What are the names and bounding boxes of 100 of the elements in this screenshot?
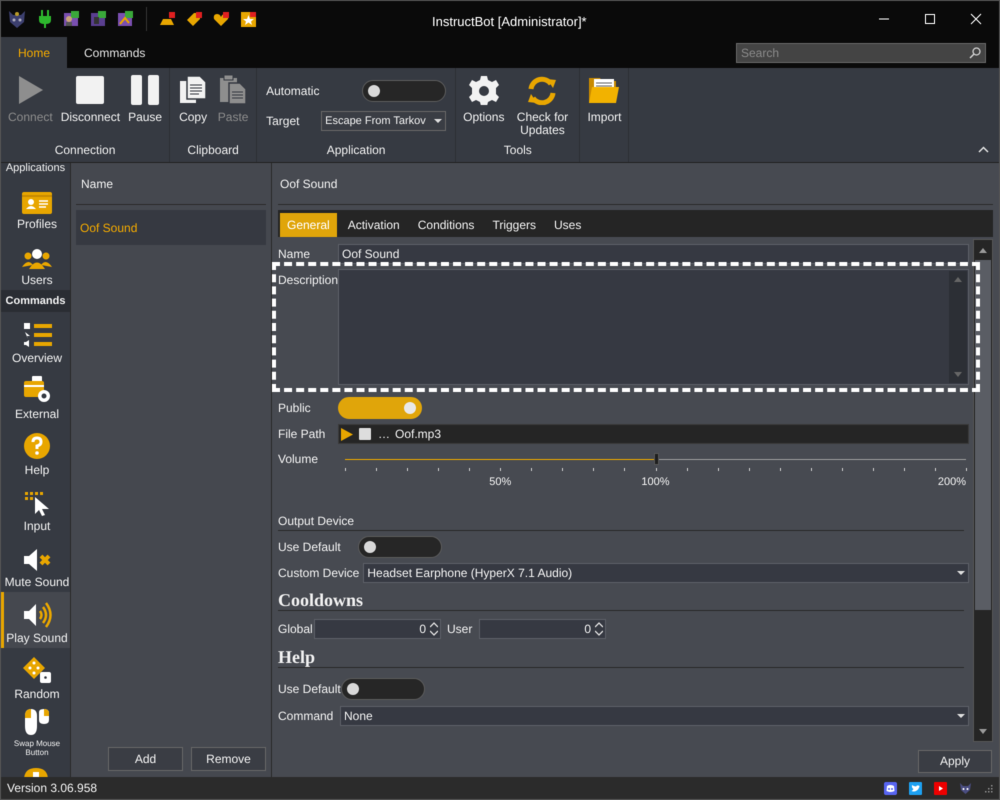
field-label: Custom Device (278, 565, 360, 582)
profile-badge-icon (117, 10, 134, 28)
field-label: Global (278, 621, 314, 638)
ribbon-tab[interactable]: Commands (67, 37, 162, 68)
gear-window-icon (22, 376, 52, 404)
ribbon-button[interactable]: Check for Updates (510, 75, 574, 137)
search-icon[interactable] (969, 47, 981, 59)
field-label: Name (278, 246, 312, 262)
plug-icon (37, 10, 53, 28)
sidebar-item[interactable]: Mute Sound (1, 536, 70, 592)
tick-label: 100% (641, 475, 670, 490)
refresh-icon (526, 75, 558, 105)
ribbon-button[interactable]: Copy (175, 75, 212, 124)
caret-icon (957, 571, 965, 575)
toggle-switch[interactable] (338, 397, 422, 419)
sidebar-item[interactable]: Input (1, 480, 70, 536)
detail-tab[interactable]: Activation (340, 213, 407, 237)
sidebar-item[interactable]: Random (1, 648, 70, 704)
scrollbar[interactable] (973, 239, 993, 742)
resize-grip-icon[interactable] (984, 784, 993, 792)
spinner-arrows-icon (430, 622, 438, 636)
mask-logo-icon (7, 9, 27, 29)
group-label: Connection (54, 142, 116, 159)
group-label: Application (326, 142, 386, 159)
list-button[interactable]: Add (108, 747, 183, 771)
number-field[interactable]: 0 (479, 619, 606, 639)
discord-icon[interactable] (884, 782, 897, 794)
tag-icon (186, 10, 203, 28)
collapse-icon[interactable] (978, 146, 989, 153)
toggle-switch[interactable] (341, 678, 425, 700)
ribbon-button[interactable]: Import (585, 75, 624, 124)
dice-icon (22, 656, 52, 684)
keyboard-cursor-icon (23, 490, 51, 516)
section-heading: Help (278, 644, 964, 668)
folder-icon (588, 75, 620, 105)
play-icon[interactable] (341, 428, 353, 440)
browse-button[interactable]: … (377, 425, 391, 443)
caret-icon (957, 714, 965, 718)
field-label: Use Default (278, 681, 341, 698)
users-icon (22, 248, 52, 270)
apply-button[interactable]: Apply (918, 750, 992, 772)
sidebar-item[interactable]: Play Sound (1, 592, 70, 648)
tick-label: 50% (489, 475, 512, 490)
pause-icon (130, 75, 160, 105)
detail-tab[interactable]: Conditions (410, 213, 482, 237)
question-icon (23, 432, 51, 460)
list-button[interactable]: Remove (191, 747, 266, 771)
scrollbar-thumb[interactable] (975, 260, 991, 610)
sidebar-item[interactable]: Users (1, 234, 70, 290)
detail-tab[interactable]: Triggers (485, 213, 544, 237)
description-field[interactable] (338, 269, 969, 385)
command-title: Oof Sound (278, 163, 993, 205)
sidebar-item[interactable]: Swap Mouse Button (1, 704, 70, 760)
toggle-switch[interactable] (358, 536, 442, 558)
section-heading: Cooldowns (278, 587, 964, 611)
name-field[interactable]: Oof Sound (338, 244, 969, 264)
detail-tab[interactable]: Uses (547, 213, 588, 237)
sidebar-item[interactable]: External (1, 368, 70, 424)
scroll-up-icon (954, 277, 962, 282)
mouse-icon (22, 708, 52, 736)
list-item[interactable]: Oof Sound (76, 210, 266, 245)
toggle-switch[interactable] (362, 80, 446, 102)
field-label: Target (266, 113, 300, 130)
scroll-down-icon (954, 372, 962, 377)
list-icon (22, 322, 52, 348)
mute-icon (22, 548, 52, 572)
file-name: Oof.mp3 (395, 426, 442, 443)
section-heading: Output Device (278, 503, 964, 531)
stop-icon (75, 75, 106, 105)
youtube-icon[interactable] (934, 782, 947, 794)
profile-badge-icon (90, 10, 107, 28)
sidebar-item[interactable]: Applications (1, 163, 70, 178)
scroll-up-icon[interactable] (979, 248, 987, 252)
column-header: Name (76, 163, 266, 205)
number-field[interactable]: 0 (314, 619, 441, 639)
sidebar-item[interactable]: Overview (1, 312, 70, 368)
scroll-down-icon[interactable] (979, 728, 987, 734)
field-label: Public (278, 400, 312, 417)
slider-thumb[interactable] (654, 453, 658, 465)
profile-badge-icon (63, 10, 80, 28)
caret-icon (434, 119, 442, 123)
search-field[interactable]: Search (736, 43, 986, 63)
field-label: File Path (278, 426, 326, 443)
scrollbar[interactable] (949, 271, 967, 383)
group-label: Clipboard (186, 142, 240, 159)
spinner-arrows-icon (595, 622, 603, 636)
field-label: Use Default (278, 539, 342, 556)
ribbon-tab[interactable]: Home (1, 37, 68, 68)
ribbon-button[interactable]: Disconnect (58, 75, 122, 124)
sidebar-item[interactable]: Help (1, 424, 70, 480)
ribbon-button[interactable]: Options (461, 75, 506, 124)
ribbon-button[interactable]: Pause (126, 75, 164, 124)
sidebar-item[interactable]: Profiles (1, 178, 70, 234)
field-label: Command (278, 708, 334, 725)
speaker-icon (22, 602, 52, 628)
command-dropdown[interactable]: None (340, 706, 969, 726)
twitter-icon[interactable] (909, 782, 922, 794)
target-dropdown[interactable]: Escape From Tarkov (321, 111, 446, 131)
device-dropdown[interactable]: Headset Earphone (HyperX 7.1 Audio) (363, 563, 969, 583)
mask-logo-icon[interactable] (959, 782, 972, 794)
